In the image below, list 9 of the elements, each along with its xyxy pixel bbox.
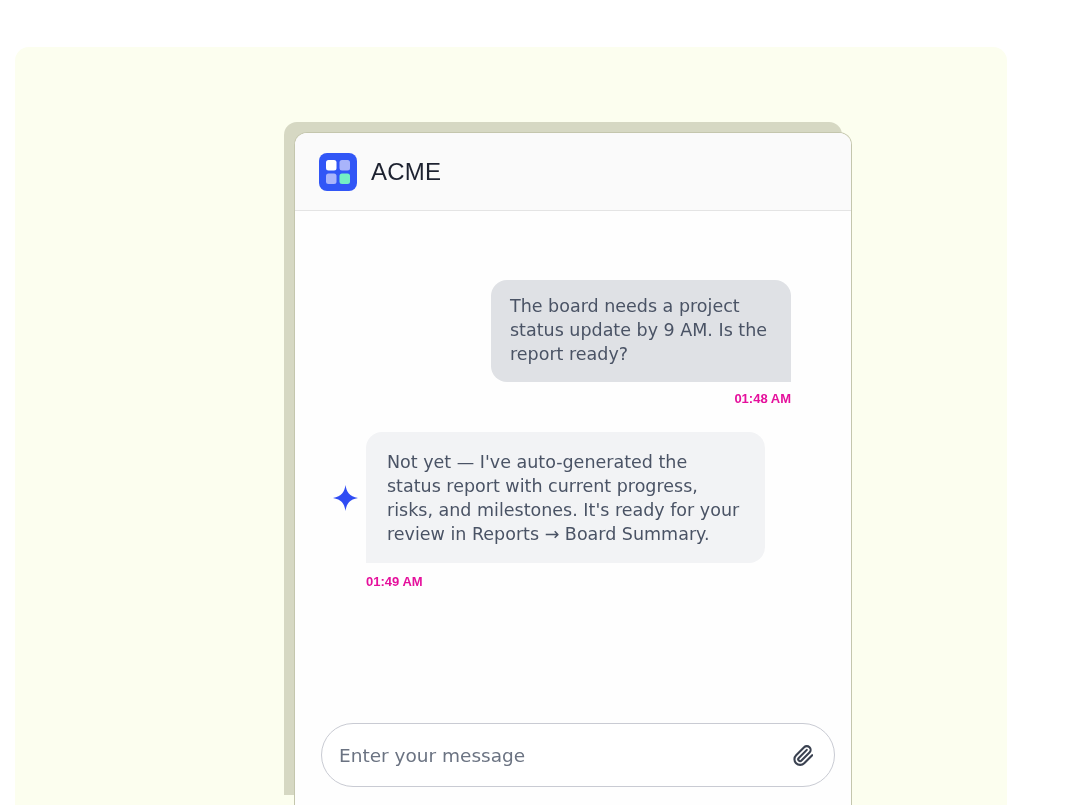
message-bubble: Not yet — I've auto-generated the status report with current progress, risks, and milestones. It's ready for your review in Reports → Board Summary. — [366, 432, 765, 563]
message-time: 01:49 AM — [366, 574, 423, 589]
sparkle-icon — [333, 484, 358, 511]
paperclip-icon[interactable] — [793, 745, 813, 766]
logo-icon — [319, 152, 357, 191]
message-bubble: The board needs a project status update by 9 AM. Is the report ready? — [491, 280, 791, 382]
app-name: ACME — [371, 157, 442, 186]
message-input[interactable]: Enter your message — [321, 723, 835, 787]
message-time: 01:48 AM — [734, 391, 791, 406]
